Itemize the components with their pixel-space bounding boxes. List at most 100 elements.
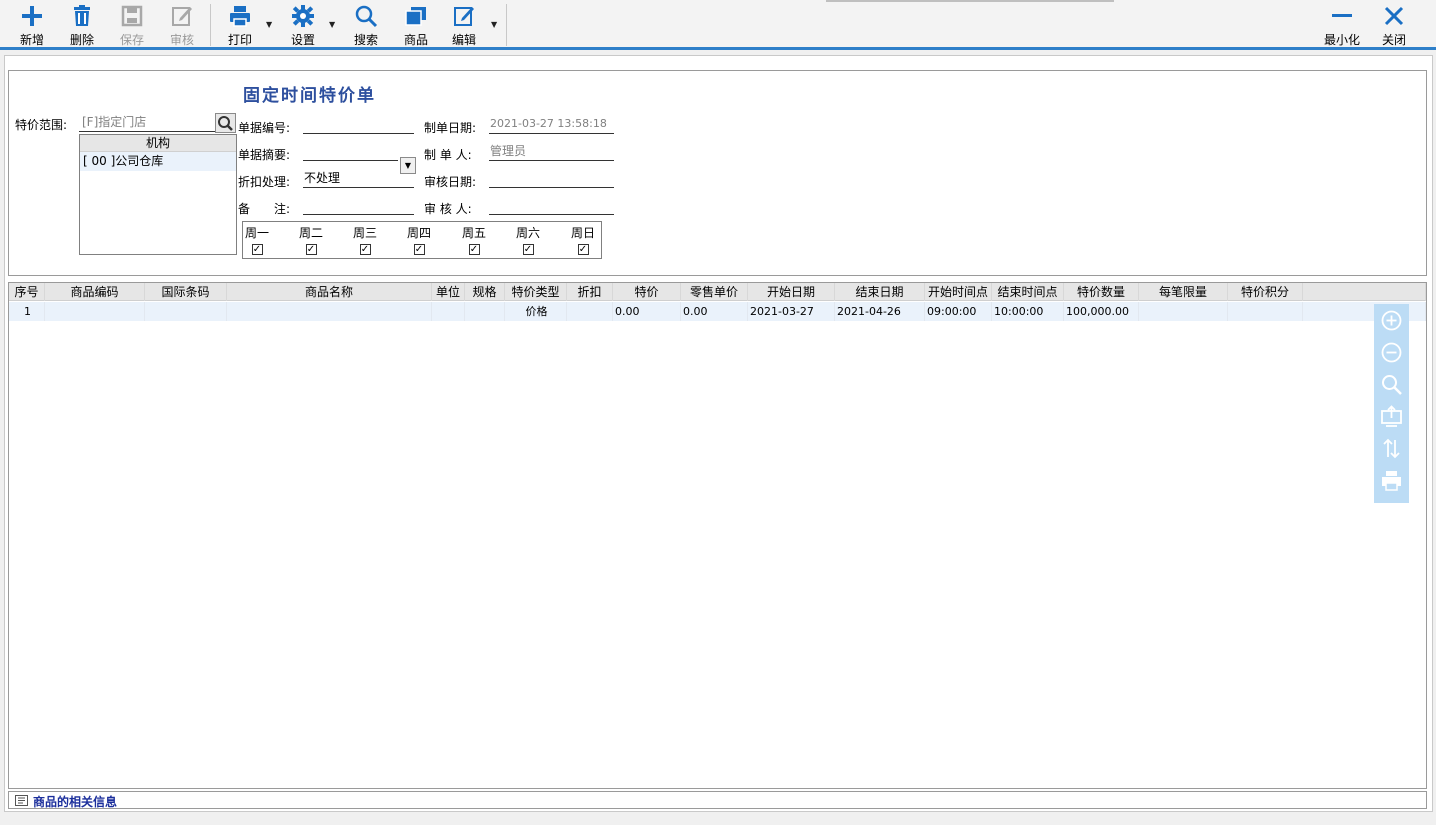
weekday-selector: 周一 ✓ 周二 ✓ 周三 ✓ 周四 ✓ 周五 ✓ 周六 ✓ 周日 ✓ <box>242 221 602 259</box>
table-cell[interactable] <box>1228 302 1303 321</box>
zoom-in-icon[interactable] <box>1380 309 1403 332</box>
trash-icon <box>74 5 90 26</box>
floppy-icon <box>121 5 143 27</box>
goods-button[interactable]: 商品 <box>396 3 436 47</box>
table-cell[interactable]: 0.00 <box>681 302 748 321</box>
sort-icon[interactable] <box>1380 437 1403 460</box>
weekday-checkbox[interactable]: ✓ <box>305 244 317 255</box>
info-panel-icon <box>15 795 28 806</box>
weekday-checkbox[interactable]: ✓ <box>577 244 589 255</box>
doc-no-field[interactable] <box>303 115 414 134</box>
settings-dropdown-arrow-icon[interactable]: ▼ <box>329 20 335 29</box>
weekday-checkbox[interactable]: ✓ <box>522 244 534 255</box>
column-header[interactable]: 规格 <box>465 283 505 301</box>
column-header[interactable]: 特价积分 <box>1228 283 1303 301</box>
print-button[interactable]: 打印 <box>220 3 260 47</box>
search-button[interactable]: 搜索 <box>346 3 386 47</box>
weekday-option[interactable]: 周日 ✓ <box>563 224 603 255</box>
scope-input[interactable]: [F]指定门店 <box>79 113 216 132</box>
table-cell[interactable] <box>1139 302 1228 321</box>
weekday-option[interactable]: 周二 ✓ <box>291 224 331 255</box>
scope-search-button[interactable] <box>215 113 236 133</box>
weekday-option[interactable]: 周三 ✓ <box>345 224 385 255</box>
weekday-label: 周六 <box>515 226 540 240</box>
audit-label: 审核 <box>169 33 194 47</box>
search-label: 搜索 <box>353 33 378 47</box>
edit-icon <box>454 7 474 26</box>
column-header[interactable]: 零售单价 <box>681 283 748 301</box>
column-header[interactable]: 国际条码 <box>145 283 227 301</box>
add-button[interactable]: 新增 <box>12 3 52 47</box>
scope-label: 特价范围: <box>15 118 68 132</box>
weekday-option[interactable]: 周一 ✓ <box>237 224 277 255</box>
column-header[interactable]: 商品编码 <box>45 283 145 301</box>
weekday-checkbox[interactable]: ✓ <box>359 244 371 255</box>
weekday-checkbox[interactable]: ✓ <box>251 244 263 255</box>
table-cell[interactable]: 100,000.00 <box>1064 302 1139 321</box>
search-icon <box>218 116 233 131</box>
weekday-label: 周一 <box>244 226 269 240</box>
column-header[interactable]: 商品名称 <box>227 283 432 301</box>
column-header[interactable]: 序号 <box>9 283 45 301</box>
weekday-option[interactable]: 周六 ✓ <box>508 224 548 255</box>
weekday-option[interactable]: 周五 ✓ <box>454 224 494 255</box>
weekday-checkbox[interactable]: ✓ <box>413 244 425 255</box>
footer-bar: 商品的相关信息 <box>8 791 1427 809</box>
column-header[interactable]: 开始日期 <box>748 283 835 301</box>
doc-no-label: 单据编号: <box>238 121 291 135</box>
table-cell[interactable] <box>432 302 465 321</box>
column-header[interactable]: 特价类型 <box>505 283 567 301</box>
column-header[interactable]: 特价 <box>613 283 681 301</box>
table-cell[interactable]: 2021-03-27 <box>748 302 835 321</box>
footer-title[interactable]: 商品的相关信息 <box>33 793 117 810</box>
table-cell[interactable] <box>567 302 613 321</box>
close-button[interactable]: 关闭 <box>1374 3 1414 47</box>
table-cell[interactable] <box>465 302 505 321</box>
column-header[interactable]: 开始时间点 <box>925 283 992 301</box>
weekday-checkbox[interactable]: ✓ <box>468 244 480 255</box>
table-row[interactable]: 1 价格 0.00 0.00 2021-03-27 2021-04-26 09:00:00 1… <box>9 302 1426 321</box>
column-header[interactable]: 每笔限量 <box>1139 283 1228 301</box>
document-header: 固定时间特价单 特价范围: [F]指定门店 机构 [ 00 ]公司仓库 单据编号… <box>8 70 1427 276</box>
auditor-field <box>489 196 614 215</box>
minimize-label: 最小化 <box>1323 33 1360 47</box>
remark-field[interactable] <box>303 196 414 215</box>
column-header[interactable]: 特价数量 <box>1064 283 1139 301</box>
table-cell[interactable]: 09:00:00 <box>925 302 992 321</box>
org-column-header: 机构 <box>80 135 236 152</box>
column-header[interactable]: 折扣 <box>567 283 613 301</box>
export-icon[interactable] <box>1380 405 1403 428</box>
grid-tool-panel <box>1374 304 1409 503</box>
audit-button[interactable]: 审核 <box>162 3 202 47</box>
print-dropdown-arrow-icon[interactable]: ▼ <box>266 20 272 29</box>
column-header[interactable]: 单位 <box>432 283 465 301</box>
org-grid[interactable]: 机构 [ 00 ]公司仓库 <box>79 134 237 255</box>
zoom-out-icon[interactable] <box>1380 341 1403 364</box>
summary-field[interactable] <box>303 142 398 161</box>
table-cell[interactable] <box>227 302 432 321</box>
edit-dropdown-arrow-icon[interactable]: ▼ <box>491 20 497 29</box>
edit-button[interactable]: 编辑 <box>444 3 484 47</box>
table-cell[interactable]: 10:00:00 <box>992 302 1064 321</box>
table-cell[interactable]: 价格 <box>505 302 567 321</box>
save-button[interactable]: 保存 <box>112 3 152 47</box>
org-row[interactable]: [ 00 ]公司仓库 <box>80 152 236 171</box>
table-cell[interactable]: 2021-04-26 <box>835 302 925 321</box>
audit-date-label: 审核日期: <box>424 175 477 189</box>
column-header[interactable]: 结束日期 <box>835 283 925 301</box>
minimize-button[interactable]: 最小化 <box>1320 3 1364 47</box>
settings-button[interactable]: 设置 <box>283 3 323 47</box>
weekday-option[interactable]: 周四 ✓ <box>399 224 439 255</box>
discount-field[interactable]: 不处理 <box>303 169 414 188</box>
auditor-label: 审 核 人: <box>424 202 472 216</box>
goods-icon <box>405 7 426 26</box>
table-cell[interactable] <box>145 302 227 321</box>
search-icon[interactable] <box>1380 373 1403 396</box>
table-cell[interactable]: 0.00 <box>613 302 681 321</box>
table-cell[interactable]: 1 <box>9 302 45 321</box>
delete-button[interactable]: 删除 <box>62 3 102 47</box>
column-header[interactable]: 结束时间点 <box>992 283 1064 301</box>
table-cell[interactable] <box>45 302 145 321</box>
print-label: 打印 <box>227 33 252 47</box>
print-icon[interactable] <box>1380 469 1403 492</box>
